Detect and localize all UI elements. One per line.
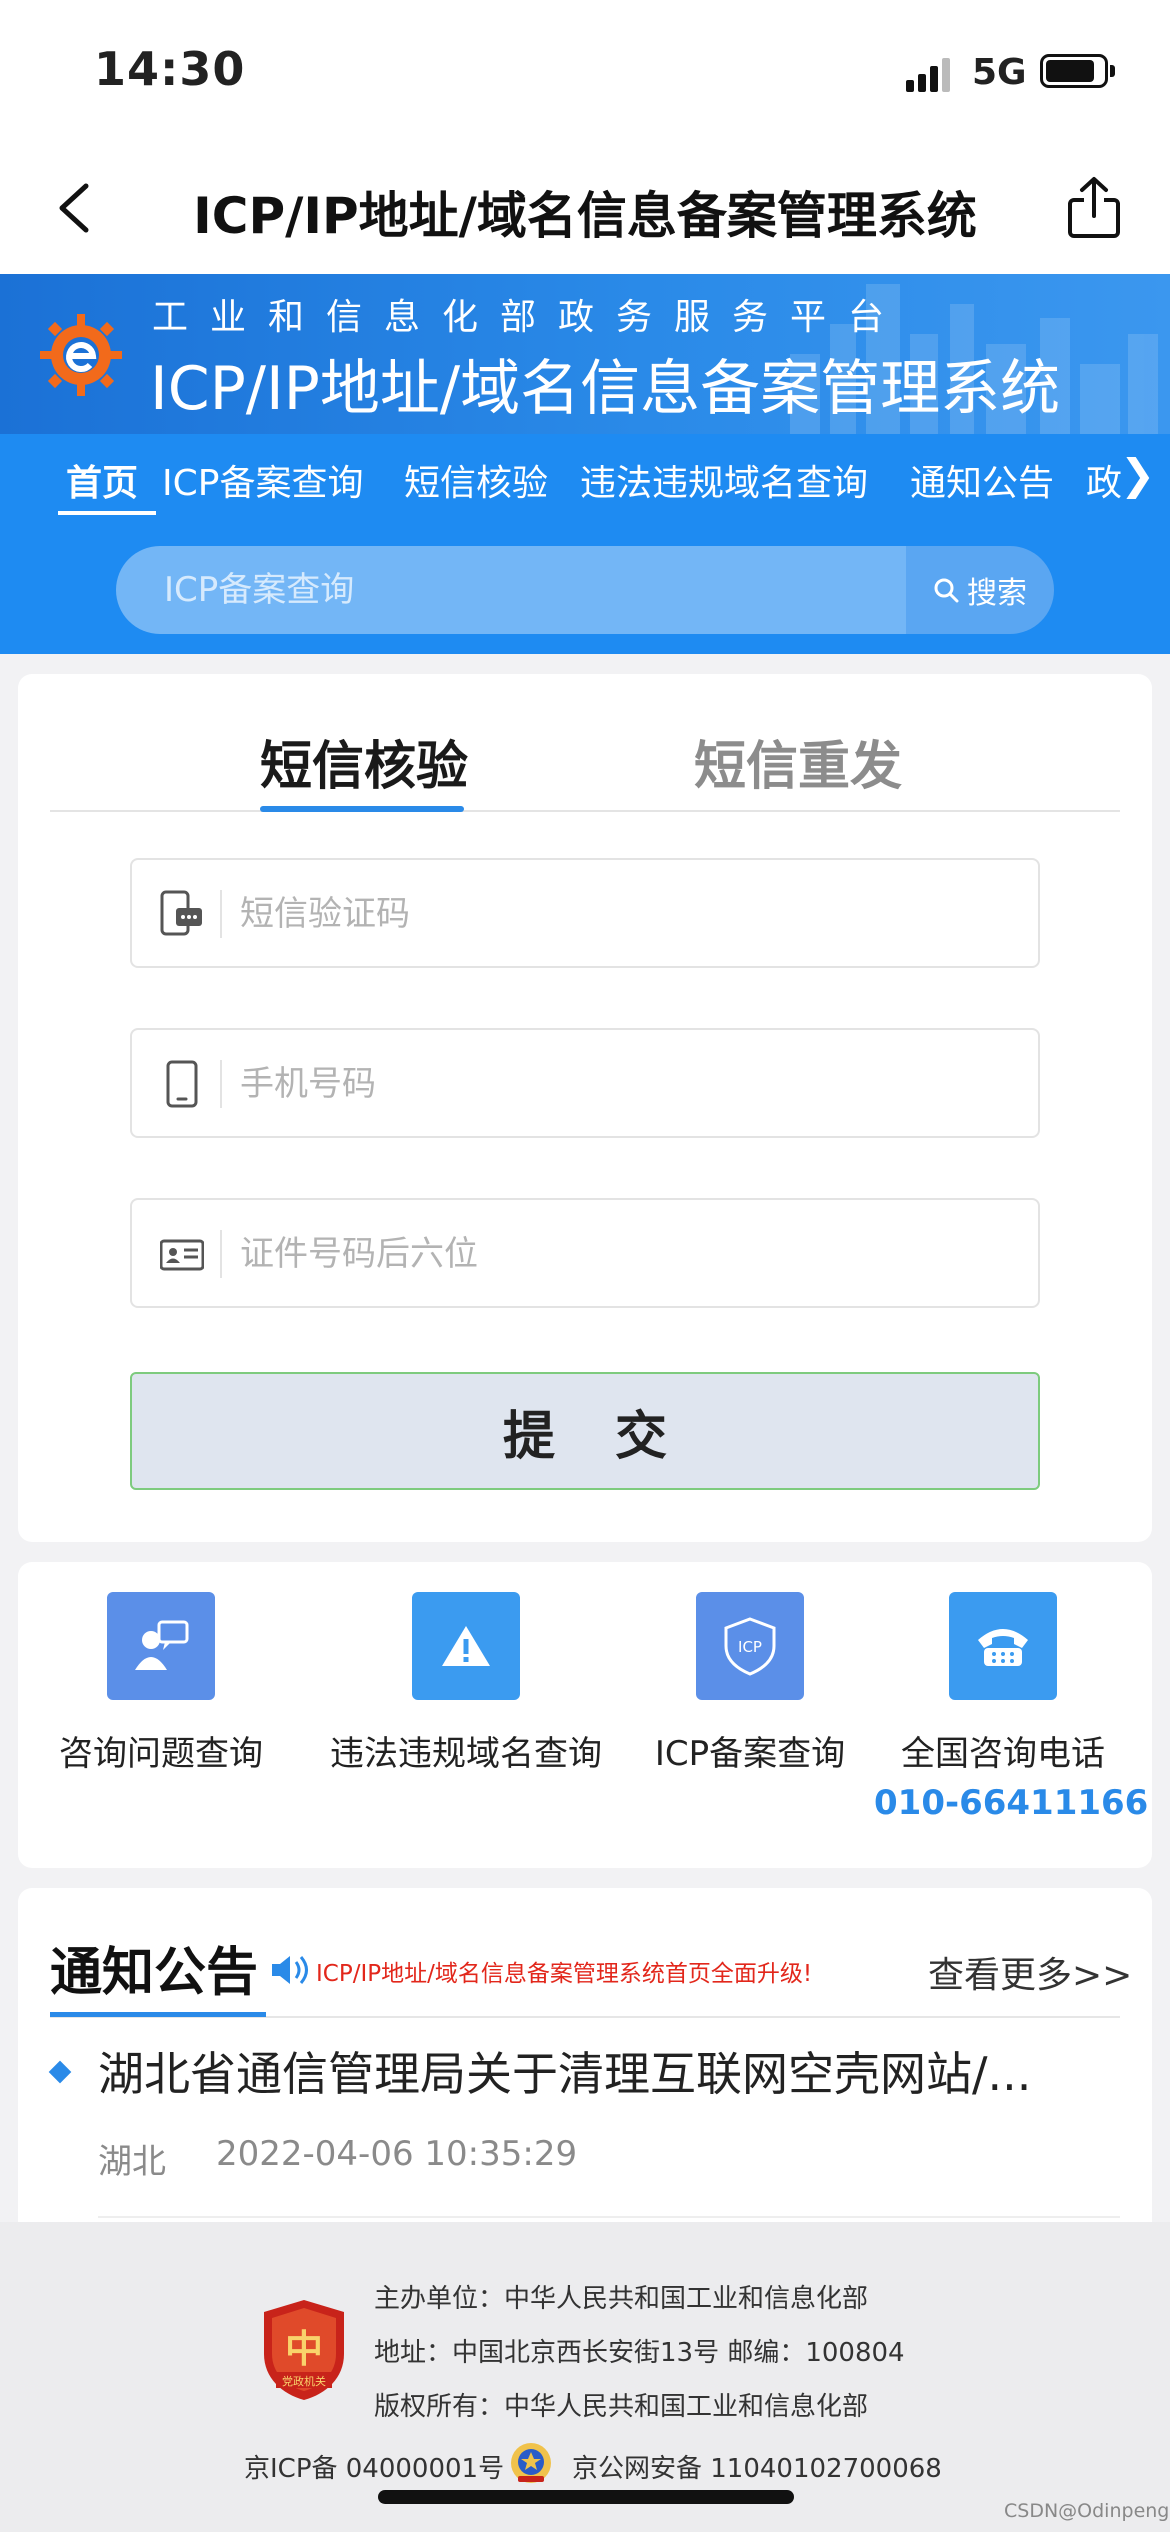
government-emblem[interactable]: 中 党政机关: [262, 2298, 346, 2402]
icp-shield-icon: ICP: [696, 1592, 804, 1700]
nav-header: ICP/IP地址/域名信息备案管理系统: [0, 140, 1170, 274]
service-consult-label: 咨询问题查询: [59, 1734, 263, 1774]
hotline-number[interactable]: 010-66411166: [874, 1783, 1148, 1823]
svg-text:中: 中: [285, 2326, 323, 2371]
notice-bullet-icon: [48, 2060, 72, 2084]
police-badge-icon: [511, 2443, 551, 2483]
svg-text:ICP: ICP: [738, 1638, 762, 1656]
tab-sms-resend[interactable]: 短信重发: [694, 724, 902, 799]
notice-item-title[interactable]: 湖北省通信管理局关于清理互联网空壳网站/...: [98, 2038, 1098, 2104]
site-banner: 工业和信息化部政务服务平台 ICP/IP地址/域名信息备案管理系统: [0, 274, 1170, 434]
page-footer: 中 党政机关 主办单位：中华人民共和国工业和信息化部 地址：中国北京西长安街13…: [0, 2222, 1170, 2532]
menu-active-indicator: [58, 511, 156, 515]
emblem-text: 党政机关: [282, 2374, 326, 2388]
sms-phone-icon: [160, 890, 202, 936]
telephone-icon: [949, 1592, 1057, 1700]
id-card-icon: [160, 1239, 204, 1271]
search-button-label: 搜索: [967, 576, 1027, 611]
menu-item-policy[interactable]: 政: [1086, 454, 1122, 506]
footer-police-number[interactable]: 京公网安备 11040102700068: [572, 2448, 942, 2485]
service-icp-query[interactable]: ICP ICP备案查询: [630, 1592, 870, 1775]
phone-field: [130, 1028, 1040, 1138]
menu-item-sms-verify[interactable]: 短信核验: [404, 454, 548, 506]
footer-host: 主办单位：中华人民共和国工业和信息化部: [374, 2284, 869, 2314]
notice-section-title: 通知公告: [50, 1943, 259, 2003]
sms-verify-card: 短信核验 短信重发 提交: [18, 674, 1152, 1542]
watermark: CSDN@Odinpeng: [1004, 2500, 1170, 2522]
status-time: 14:30: [94, 42, 246, 96]
service-illegal-domain[interactable]: 违法违规域名查询: [304, 1592, 628, 1775]
footer-icp-number[interactable]: 京ICP备 04000001号: [244, 2448, 504, 2485]
battery-icon: [1040, 54, 1108, 88]
ministry-logo: [40, 314, 122, 396]
tab-sms-verify[interactable]: 短信核验: [260, 724, 468, 799]
footer-address: 地址：中国北京西长安街13号 邮编：100804: [374, 2338, 905, 2368]
main-menu: 首页 ICP备案查询 短信核验 违法违规域名查询 通知公告 政 ❯: [0, 434, 1170, 526]
sms-code-field: [130, 858, 1040, 968]
search-button[interactable]: 搜索: [906, 546, 1054, 634]
service-illegal-domain-label: 违法违规域名查询: [330, 1734, 602, 1774]
sms-code-input[interactable]: [240, 886, 1000, 942]
chat-icon: [107, 1592, 215, 1700]
status-bar: 14:30 5G: [0, 0, 1170, 140]
footer-copyright: 版权所有：中华人民共和国工业和信息化部: [374, 2392, 869, 2422]
battery-cap: [1110, 65, 1115, 77]
warning-icon: [412, 1592, 520, 1700]
menu-item-illegal-domain[interactable]: 违法违规域名查询: [580, 454, 868, 506]
back-icon[interactable]: [50, 180, 100, 236]
tab-active-indicator: [260, 806, 464, 812]
service-hotline-label: 全国咨询电话: [901, 1734, 1105, 1774]
service-consult[interactable]: 咨询问题查询: [32, 1592, 290, 1775]
page-title: ICP/IP地址/域名信息备案管理系统: [193, 187, 977, 245]
signal-icon: [906, 58, 952, 92]
menu-item-icp-query[interactable]: ICP备案查询: [162, 454, 363, 506]
notice-upgrade-banner[interactable]: ICP/IP地址/域名信息备案管理系统首页全面升级!: [316, 1954, 812, 1988]
notice-more-link[interactable]: 查看更多>>: [928, 1946, 1132, 1998]
speaker-icon: [272, 1956, 308, 1984]
submit-button[interactable]: 提交: [130, 1372, 1040, 1490]
menu-item-home[interactable]: 首页: [66, 454, 138, 506]
share-icon[interactable]: [1064, 176, 1124, 240]
tab-divider: [50, 810, 1120, 812]
notice-card: 通知公告 ICP/IP地址/域名信息备案管理系统首页全面升级! 查看更多>> 湖…: [18, 1888, 1152, 2228]
id-number-field: [130, 1198, 1040, 1308]
service-icp-query-label: ICP备案查询: [654, 1734, 846, 1774]
mobile-phone-icon: [166, 1060, 198, 1108]
service-hotline[interactable]: 全国咨询电话 010-66411166: [874, 1592, 1148, 1823]
notice-item-divider: [98, 2216, 1120, 2218]
phone-input[interactable]: [240, 1056, 1000, 1112]
banner-subtitle: 工业和信息化部政务服务平台: [152, 297, 907, 338]
network-type: 5G: [972, 52, 1027, 93]
search-icon: [934, 578, 959, 603]
menu-item-notice[interactable]: 通知公告: [910, 454, 1054, 506]
banner-title: ICP/IP地址/域名信息备案管理系统: [150, 354, 1061, 424]
services-card: 咨询问题查询 违法违规域名查询 ICP ICP备案查询 全国咨询电话 010-6…: [18, 1562, 1152, 1868]
notice-item-region: 湖北: [98, 2142, 166, 2182]
notice-item-date: 2022-04-06 10:35:29: [216, 2134, 578, 2174]
search-area: 搜索: [0, 526, 1170, 654]
notice-title-underline: [50, 2012, 266, 2017]
menu-scroll-right-icon[interactable]: ❯: [1120, 450, 1155, 499]
id-number-input[interactable]: [240, 1226, 1000, 1282]
home-indicator[interactable]: [378, 2490, 794, 2504]
search-input[interactable]: [116, 546, 906, 634]
